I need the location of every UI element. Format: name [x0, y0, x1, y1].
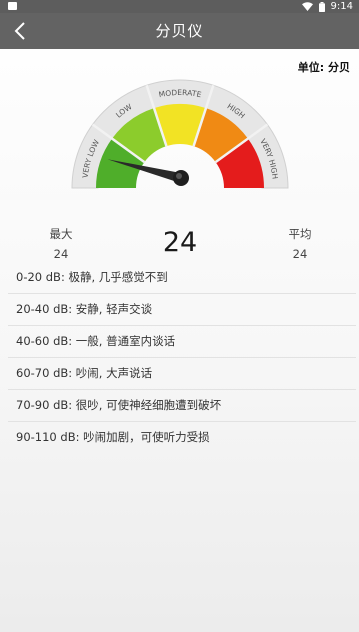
current-db-value: 24: [162, 227, 198, 258]
status-bar: 9:14: [0, 0, 359, 13]
avg-value: 24: [292, 247, 308, 261]
noise-level-list: 0-20 dB: 极静, 几乎感觉不到 20-40 dB: 安静, 轻声交谈 4…: [8, 262, 356, 454]
level-item-40-60: 40-60 dB: 一般, 普通室内谈话: [8, 326, 356, 358]
level-item-20-40: 20-40 dB: 安静, 轻声交谈: [8, 294, 356, 326]
level-item-60-70: 60-70 dB: 吵闹, 大声说话: [8, 358, 356, 390]
wifi-icon: [301, 2, 313, 11]
status-time: 9:14: [330, 1, 353, 12]
unit-label: 单位: 分贝: [297, 61, 350, 74]
page-title: 分贝仪: [155, 22, 204, 40]
status-right: 9:14: [301, 0, 353, 13]
avg-label: 平均: [288, 227, 312, 241]
decibel-gauge: VERY LOWLOWMODERATEHIGHVERY HIGH: [71, 79, 289, 189]
app-bar: 分贝仪: [0, 13, 359, 49]
level-item-90-110: 90-110 dB: 吵闹加剧，可使听力受损: [16, 430, 210, 444]
level-item-0-20: 0-20 dB: 极静, 几乎感觉不到: [8, 262, 356, 294]
max-stat: 最大 24: [31, 226, 91, 261]
notification-icon: [8, 2, 17, 10]
gauge-needle-pivot-shine: [176, 173, 182, 179]
max-value: 24: [53, 247, 69, 261]
battery-icon: [318, 1, 325, 12]
avg-stat: 平均 24: [270, 226, 330, 261]
max-label: 最大: [49, 227, 73, 241]
level-item-70-90: 70-90 dB: 很吵, 可使神经细胞遭到破坏: [8, 390, 356, 422]
